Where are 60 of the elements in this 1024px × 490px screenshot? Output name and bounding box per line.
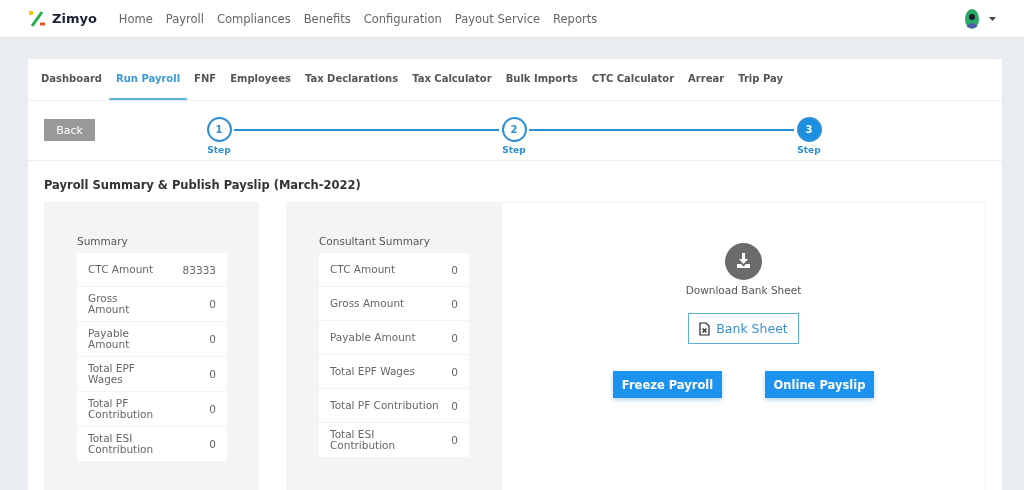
row-label: Total PF Contribution bbox=[88, 398, 155, 420]
row-label: Total EPF Wages bbox=[88, 363, 136, 385]
logo-icon bbox=[28, 9, 46, 28]
nav-link[interactable]: Home bbox=[118, 11, 153, 26]
nav-link[interactable]: Compliances bbox=[217, 11, 291, 26]
row-label: Total ESI Contribution bbox=[88, 433, 155, 455]
row-label: CTC Amount bbox=[330, 264, 396, 275]
download-label: Download Bank Sheet bbox=[685, 284, 802, 296]
tab[interactable]: Dashboard bbox=[34, 59, 109, 100]
tab[interactable]: Tax Declarations bbox=[297, 59, 406, 100]
row-value: 0 bbox=[451, 434, 458, 446]
step-label: Step bbox=[502, 145, 526, 155]
row-label: Gross Amount bbox=[330, 298, 405, 309]
tab[interactable]: Trip Pay bbox=[731, 59, 790, 100]
download-icon[interactable] bbox=[725, 243, 762, 280]
row-value: 0 bbox=[209, 333, 216, 345]
caret-icon[interactable] bbox=[989, 16, 996, 21]
step-label: Step bbox=[207, 145, 231, 155]
row-value: 0 bbox=[451, 365, 458, 378]
row-value: 0 bbox=[451, 331, 458, 344]
tab[interactable]: Employees bbox=[223, 59, 298, 100]
bank-sheet-button[interactable]: Bank Sheet bbox=[688, 313, 799, 344]
action-button[interactable]: Freeze Payroll bbox=[613, 371, 722, 398]
row-label: CTC Amount bbox=[88, 264, 154, 275]
panel-title: Summary bbox=[77, 235, 129, 247]
spreadsheet-file-icon bbox=[699, 321, 711, 336]
step-circle[interactable]: 3 bbox=[796, 117, 822, 142]
tab[interactable]: Tax Calculator bbox=[405, 59, 499, 100]
row-label: Payable Amount bbox=[88, 328, 131, 350]
nav-link[interactable]: Reports bbox=[553, 11, 598, 26]
row-value: 83333 bbox=[182, 263, 216, 276]
avatar-icon[interactable] bbox=[965, 8, 979, 29]
action-button[interactable]: Online Payslip bbox=[765, 371, 874, 398]
nav-link[interactable]: Configuration bbox=[363, 11, 442, 26]
step-label: Step bbox=[797, 145, 821, 155]
step-circle[interactable]: 1 bbox=[206, 117, 232, 142]
nav-link[interactable]: Payout Service bbox=[454, 11, 541, 26]
row-value: 0 bbox=[209, 438, 216, 450]
step-circle[interactable]: 2 bbox=[501, 117, 527, 142]
tab[interactable]: Run Payroll bbox=[109, 59, 188, 100]
row-label: Total ESI Contribution bbox=[330, 429, 397, 451]
row-label: Total PF Contribution bbox=[330, 400, 439, 411]
nav-link[interactable]: Benefits bbox=[303, 11, 351, 26]
tab[interactable]: Arrear bbox=[681, 59, 732, 100]
row-value: 0 bbox=[209, 298, 216, 310]
row-value: 0 bbox=[451, 399, 458, 412]
nav-link[interactable]: Payroll bbox=[165, 11, 204, 26]
tab[interactable]: Bulk Imports bbox=[498, 59, 585, 100]
tab[interactable]: FNF bbox=[187, 59, 224, 100]
page-title: Payroll Summary & Publish Payslip (March-2022) bbox=[43, 177, 362, 194]
row-label: Total EPF Wages bbox=[330, 366, 415, 377]
panel-title: Consultant Summary bbox=[319, 235, 431, 247]
row-value: 0 bbox=[209, 368, 216, 380]
row-label: Payable Amount bbox=[330, 332, 416, 343]
row-value: 0 bbox=[209, 403, 216, 415]
row-value: 0 bbox=[451, 263, 458, 276]
row-value: 0 bbox=[451, 297, 458, 310]
logo-text: Zimyo bbox=[52, 11, 97, 26]
row-label: Gross Amount bbox=[88, 293, 131, 315]
tab[interactable]: CTC Calculator bbox=[584, 59, 682, 100]
